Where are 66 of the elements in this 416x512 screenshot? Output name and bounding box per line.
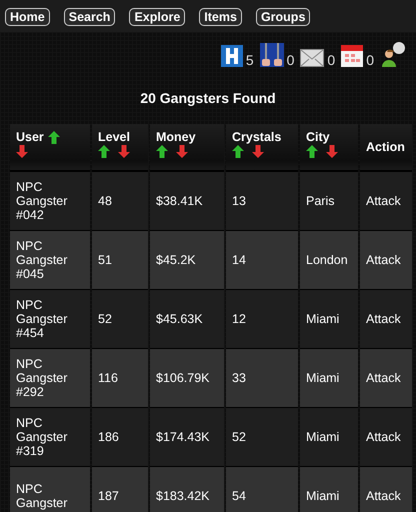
nav-button[interactable]: Home — [5, 8, 50, 26]
jail-icon[interactable] — [260, 43, 284, 67]
calendar-icon[interactable] — [341, 45, 364, 67]
table-cell: NPC Gangster #042 — [16, 180, 68, 222]
sort-down-icon[interactable] — [326, 145, 338, 158]
table-cell: NPC Gangster #292 — [16, 357, 68, 399]
results-heading: 20 Gangsters Found — [139, 90, 277, 108]
table-cell: Miami — [306, 312, 340, 326]
header-label: City — [306, 130, 330, 144]
sort-up-icon[interactable] — [156, 145, 168, 158]
envelope-icon[interactable] — [300, 49, 324, 67]
table-cell: 54 — [232, 489, 246, 503]
table-cell: Miami — [306, 430, 340, 444]
table-cell: NPC Gangster #319 — [16, 416, 68, 458]
table-cell: NPC Gangster #454 — [16, 298, 68, 340]
header-label: Level — [98, 130, 130, 144]
nav-button[interactable]: Explore — [129, 8, 186, 26]
nav-button[interactable]: Groups — [256, 8, 310, 26]
table-cell: $45.2K — [156, 253, 196, 267]
table-cell: 52 — [232, 430, 246, 444]
table-cell: $38.41K — [156, 194, 203, 208]
sort-down-icon[interactable] — [252, 145, 264, 158]
table-cell: Paris — [306, 194, 334, 208]
column-header: Action — [360, 124, 412, 172]
nav-button[interactable]: Items — [199, 8, 242, 26]
sort-down-icon[interactable] — [118, 145, 130, 158]
sort-down-icon[interactable] — [176, 145, 188, 158]
table-cell: 33 — [232, 371, 246, 385]
header-label: Crystals — [232, 130, 282, 144]
table-cell: 14 — [232, 253, 246, 267]
table-cell: Miami — [306, 489, 340, 503]
attack-link[interactable]: Attack — [366, 430, 401, 444]
table-cell: $183.42K — [156, 489, 210, 503]
count-text: 0 — [327, 53, 336, 67]
hospital-icon[interactable] — [220, 45, 243, 67]
user-chat-icon[interactable] — [380, 41, 406, 67]
count-text: 0 — [366, 53, 374, 67]
count-text: 0 — [286, 53, 294, 67]
sort-up-icon[interactable] — [232, 145, 244, 158]
table-cell: $45.63K — [156, 312, 203, 326]
header-label: User — [16, 130, 44, 144]
table-cell: NPC Gangster — [16, 482, 68, 510]
attack-link[interactable]: Attack — [366, 253, 401, 267]
attack-link[interactable]: Attack — [366, 371, 401, 385]
count-text: 5 — [246, 53, 254, 67]
table-cell: $106.79K — [156, 371, 210, 385]
sort-up-icon[interactable] — [48, 131, 60, 144]
table-cell: 187 — [98, 489, 119, 503]
table-cell: Miami — [306, 371, 340, 385]
table-cell: NPC Gangster #045 — [16, 239, 68, 281]
table-cell: 116 — [98, 371, 118, 385]
attack-link[interactable]: Attack — [366, 312, 401, 326]
table-cell: 12 — [232, 312, 246, 326]
nav-button[interactable]: Search — [64, 8, 116, 26]
table-cell: 13 — [232, 194, 246, 208]
sort-up-icon[interactable] — [306, 145, 318, 158]
header-label: Money — [156, 130, 196, 144]
table-cell: London — [306, 253, 348, 267]
table-cell: 48 — [98, 194, 112, 208]
table-cell: 52 — [98, 312, 112, 326]
sort-up-icon[interactable] — [98, 145, 110, 158]
sort-down-icon[interactable] — [16, 145, 28, 158]
table-cell: $174.43K — [156, 430, 210, 444]
table-cell: 51 — [98, 253, 112, 267]
table-cell: 186 — [98, 430, 119, 444]
attack-link[interactable]: Attack — [366, 194, 401, 208]
